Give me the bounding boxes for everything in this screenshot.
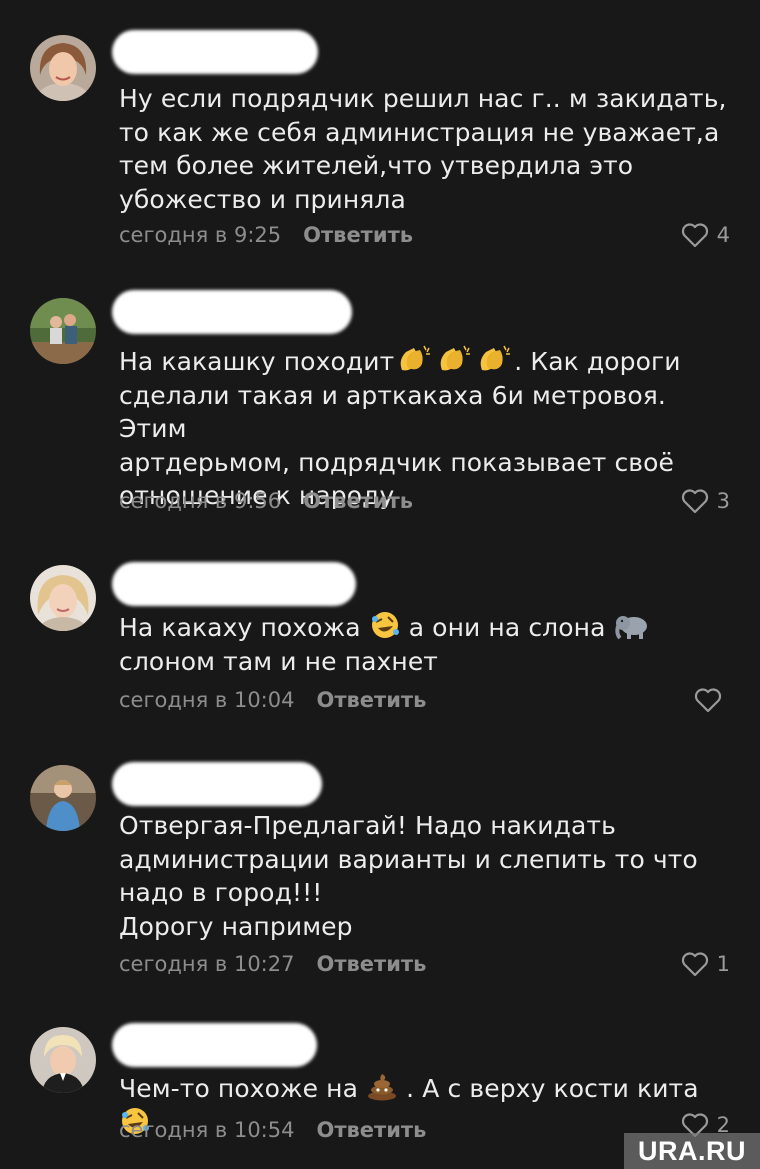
timestamp: сегодня в 10:04 <box>119 688 295 712</box>
reply-button[interactable]: Ответить <box>303 223 413 247</box>
timestamp: сегодня в 9:25 <box>119 223 282 247</box>
elephant-emoji <box>614 612 650 640</box>
author-name-redacted <box>112 562 356 606</box>
reply-button[interactable]: Ответить <box>316 1118 426 1142</box>
comment-meta: сегодня в 10:54 Ответить <box>119 1118 426 1142</box>
avatar[interactable] <box>30 765 96 831</box>
poop-emoji <box>366 1071 398 1101</box>
watermark-logo: URA.RU <box>624 1133 760 1169</box>
avatar[interactable] <box>30 298 96 364</box>
like-count: 1 <box>716 952 730 976</box>
heart-icon <box>694 687 722 713</box>
author-name-redacted <box>112 762 322 806</box>
avatar[interactable] <box>30 565 96 631</box>
comment-meta: сегодня в 10:27 Ответить <box>119 952 426 976</box>
reply-button[interactable]: Ответить <box>316 952 426 976</box>
comment-text: Ну если подрядчик решил нас г.. м закида… <box>119 84 727 214</box>
comment-meta: сегодня в 10:04 Ответить <box>119 688 426 712</box>
timestamp: сегодня в 10:54 <box>119 1118 295 1142</box>
comments-feed: Ну если подрядчик решил нас г.. м закида… <box>0 0 760 1169</box>
clapping-hands-emoji <box>474 344 514 374</box>
author-name-redacted <box>112 30 318 74</box>
clapping-hands-emoji <box>434 344 474 374</box>
avatar[interactable] <box>30 35 96 101</box>
like-button[interactable]: 3 <box>681 488 730 514</box>
heart-icon <box>681 222 709 248</box>
author-name-redacted <box>112 1023 317 1067</box>
like-count: 3 <box>716 489 730 513</box>
like-button[interactable]: 1 <box>681 951 730 977</box>
timestamp: сегодня в 9:56 <box>119 489 282 513</box>
comment-text: Отвергая-Предлагай! Надо накидать админи… <box>119 811 698 941</box>
reply-button[interactable]: Ответить <box>303 489 413 513</box>
comment-text: На какашку походит. Как дороги сделали т… <box>119 344 734 513</box>
comment-meta: сегодня в 9:56 Ответить <box>119 489 413 513</box>
avatar[interactable] <box>30 1027 96 1093</box>
reply-button[interactable]: Ответить <box>316 688 426 712</box>
heart-icon <box>681 951 709 977</box>
heart-icon <box>681 488 709 514</box>
rolling-laughing-emoji <box>369 610 401 640</box>
author-name-redacted <box>112 290 352 334</box>
timestamp: сегодня в 10:27 <box>119 952 295 976</box>
comment-meta: сегодня в 9:25 Ответить <box>119 223 413 247</box>
like-button[interactable]: 4 <box>681 222 730 248</box>
clapping-hands-emoji <box>394 344 434 374</box>
comment-text: На какаху похожа а они на слона слоном т… <box>119 610 734 678</box>
like-count: 4 <box>716 223 730 247</box>
like-button[interactable] <box>694 687 730 713</box>
